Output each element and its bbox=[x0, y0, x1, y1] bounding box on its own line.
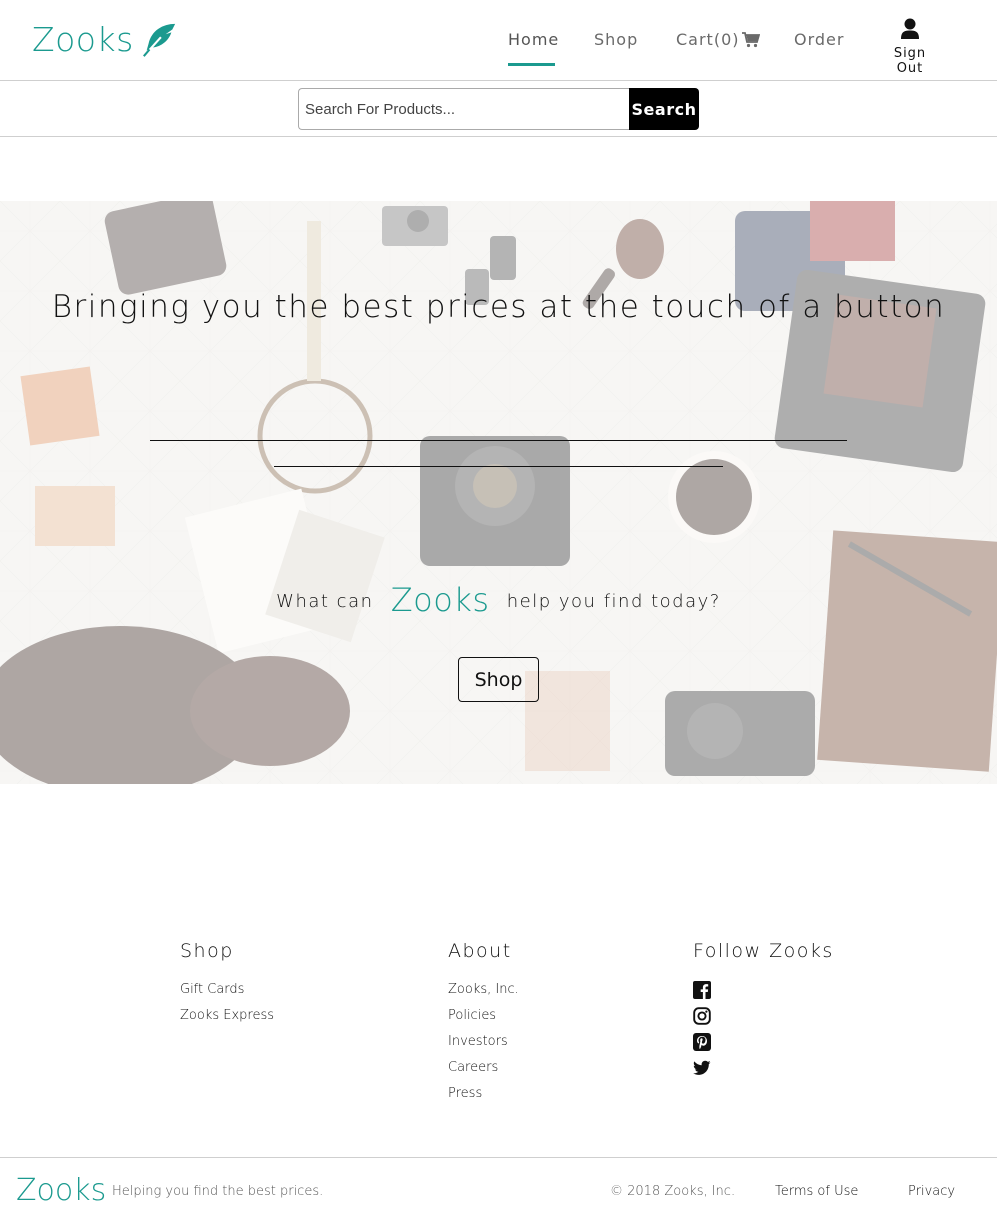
site-header: Zooks Home Shop Cart(0) Order Sign Out bbox=[0, 0, 997, 81]
hero-question: What can Zooks help you find today? bbox=[0, 581, 997, 619]
nav-shop[interactable]: Shop bbox=[594, 30, 638, 49]
privacy-link[interactable]: Privacy bbox=[908, 1184, 955, 1199]
hero-question-end: help you find today? bbox=[506, 591, 721, 612]
footer-shop-column: Shop Gift Cards Zooks Express bbox=[180, 940, 274, 1033]
footer-link-careers[interactable]: Careers bbox=[448, 1059, 519, 1076]
hero-question-start: What can bbox=[276, 591, 374, 612]
footer-follow-column: Follow Zooks bbox=[693, 940, 834, 1085]
footer-shop-heading: Shop bbox=[180, 940, 234, 962]
search-button[interactable]: Search bbox=[629, 88, 699, 130]
twitter-icon[interactable] bbox=[693, 1059, 711, 1077]
sign-out-button[interactable]: Sign Out bbox=[878, 18, 942, 76]
hero-divider-long bbox=[150, 440, 847, 441]
active-nav-indicator bbox=[508, 63, 555, 66]
nav-home-label: Home bbox=[508, 30, 560, 49]
pinterest-icon[interactable] bbox=[693, 1033, 711, 1051]
facebook-icon[interactable] bbox=[693, 981, 711, 999]
terms-of-use-link[interactable]: Terms of Use bbox=[775, 1184, 858, 1199]
footer-follow-heading: Follow Zooks bbox=[693, 940, 834, 962]
footer-link-zooks-inc[interactable]: Zooks, Inc. bbox=[448, 981, 519, 998]
footer-logo[interactable]: Zooks bbox=[16, 1173, 106, 1208]
footer-link-gift-cards[interactable]: Gift Cards bbox=[180, 981, 274, 998]
hero-shop-button[interactable]: Shop bbox=[458, 657, 539, 702]
user-icon bbox=[901, 18, 919, 39]
footer-link-investors[interactable]: Investors bbox=[448, 1033, 519, 1050]
search-bar: Search bbox=[0, 81, 997, 137]
footer-links: Shop Gift Cards Zooks Express About Zook… bbox=[0, 940, 997, 1120]
hero-divider-short bbox=[274, 466, 723, 467]
nav-order[interactable]: Order bbox=[794, 30, 844, 49]
footer-link-press[interactable]: Press bbox=[448, 1085, 519, 1102]
nav-cart[interactable]: Cart(0) bbox=[676, 30, 760, 49]
instagram-icon[interactable] bbox=[693, 1007, 711, 1025]
hero-question-brand: Zooks bbox=[390, 581, 490, 619]
footer-link-policies[interactable]: Policies bbox=[448, 1007, 519, 1024]
bottom-bar: Zooks Helping you find the best prices. … bbox=[0, 1157, 997, 1222]
hero-title: Bringing you the best prices at the touc… bbox=[51, 289, 946, 325]
footer-about-heading: About bbox=[448, 940, 512, 962]
main-nav: Home Shop Cart(0) Order Sign Out bbox=[0, 0, 997, 81]
shopping-cart-icon bbox=[741, 31, 760, 47]
search-input[interactable] bbox=[298, 88, 631, 130]
footer-about-column: About Zooks, Inc. Policies Investors Car… bbox=[448, 940, 519, 1111]
sign-out-label: Sign Out bbox=[893, 46, 927, 76]
nav-home[interactable]: Home bbox=[508, 30, 560, 66]
hero-banner: Bringing you the best prices at the touc… bbox=[0, 201, 997, 784]
footer-tagline: Helping you find the best prices. bbox=[112, 1184, 324, 1199]
footer-link-zooks-express[interactable]: Zooks Express bbox=[180, 1007, 274, 1024]
footer-copyright: © 2018 Zooks, Inc. bbox=[610, 1184, 736, 1199]
nav-cart-label: Cart(0) bbox=[676, 30, 740, 49]
